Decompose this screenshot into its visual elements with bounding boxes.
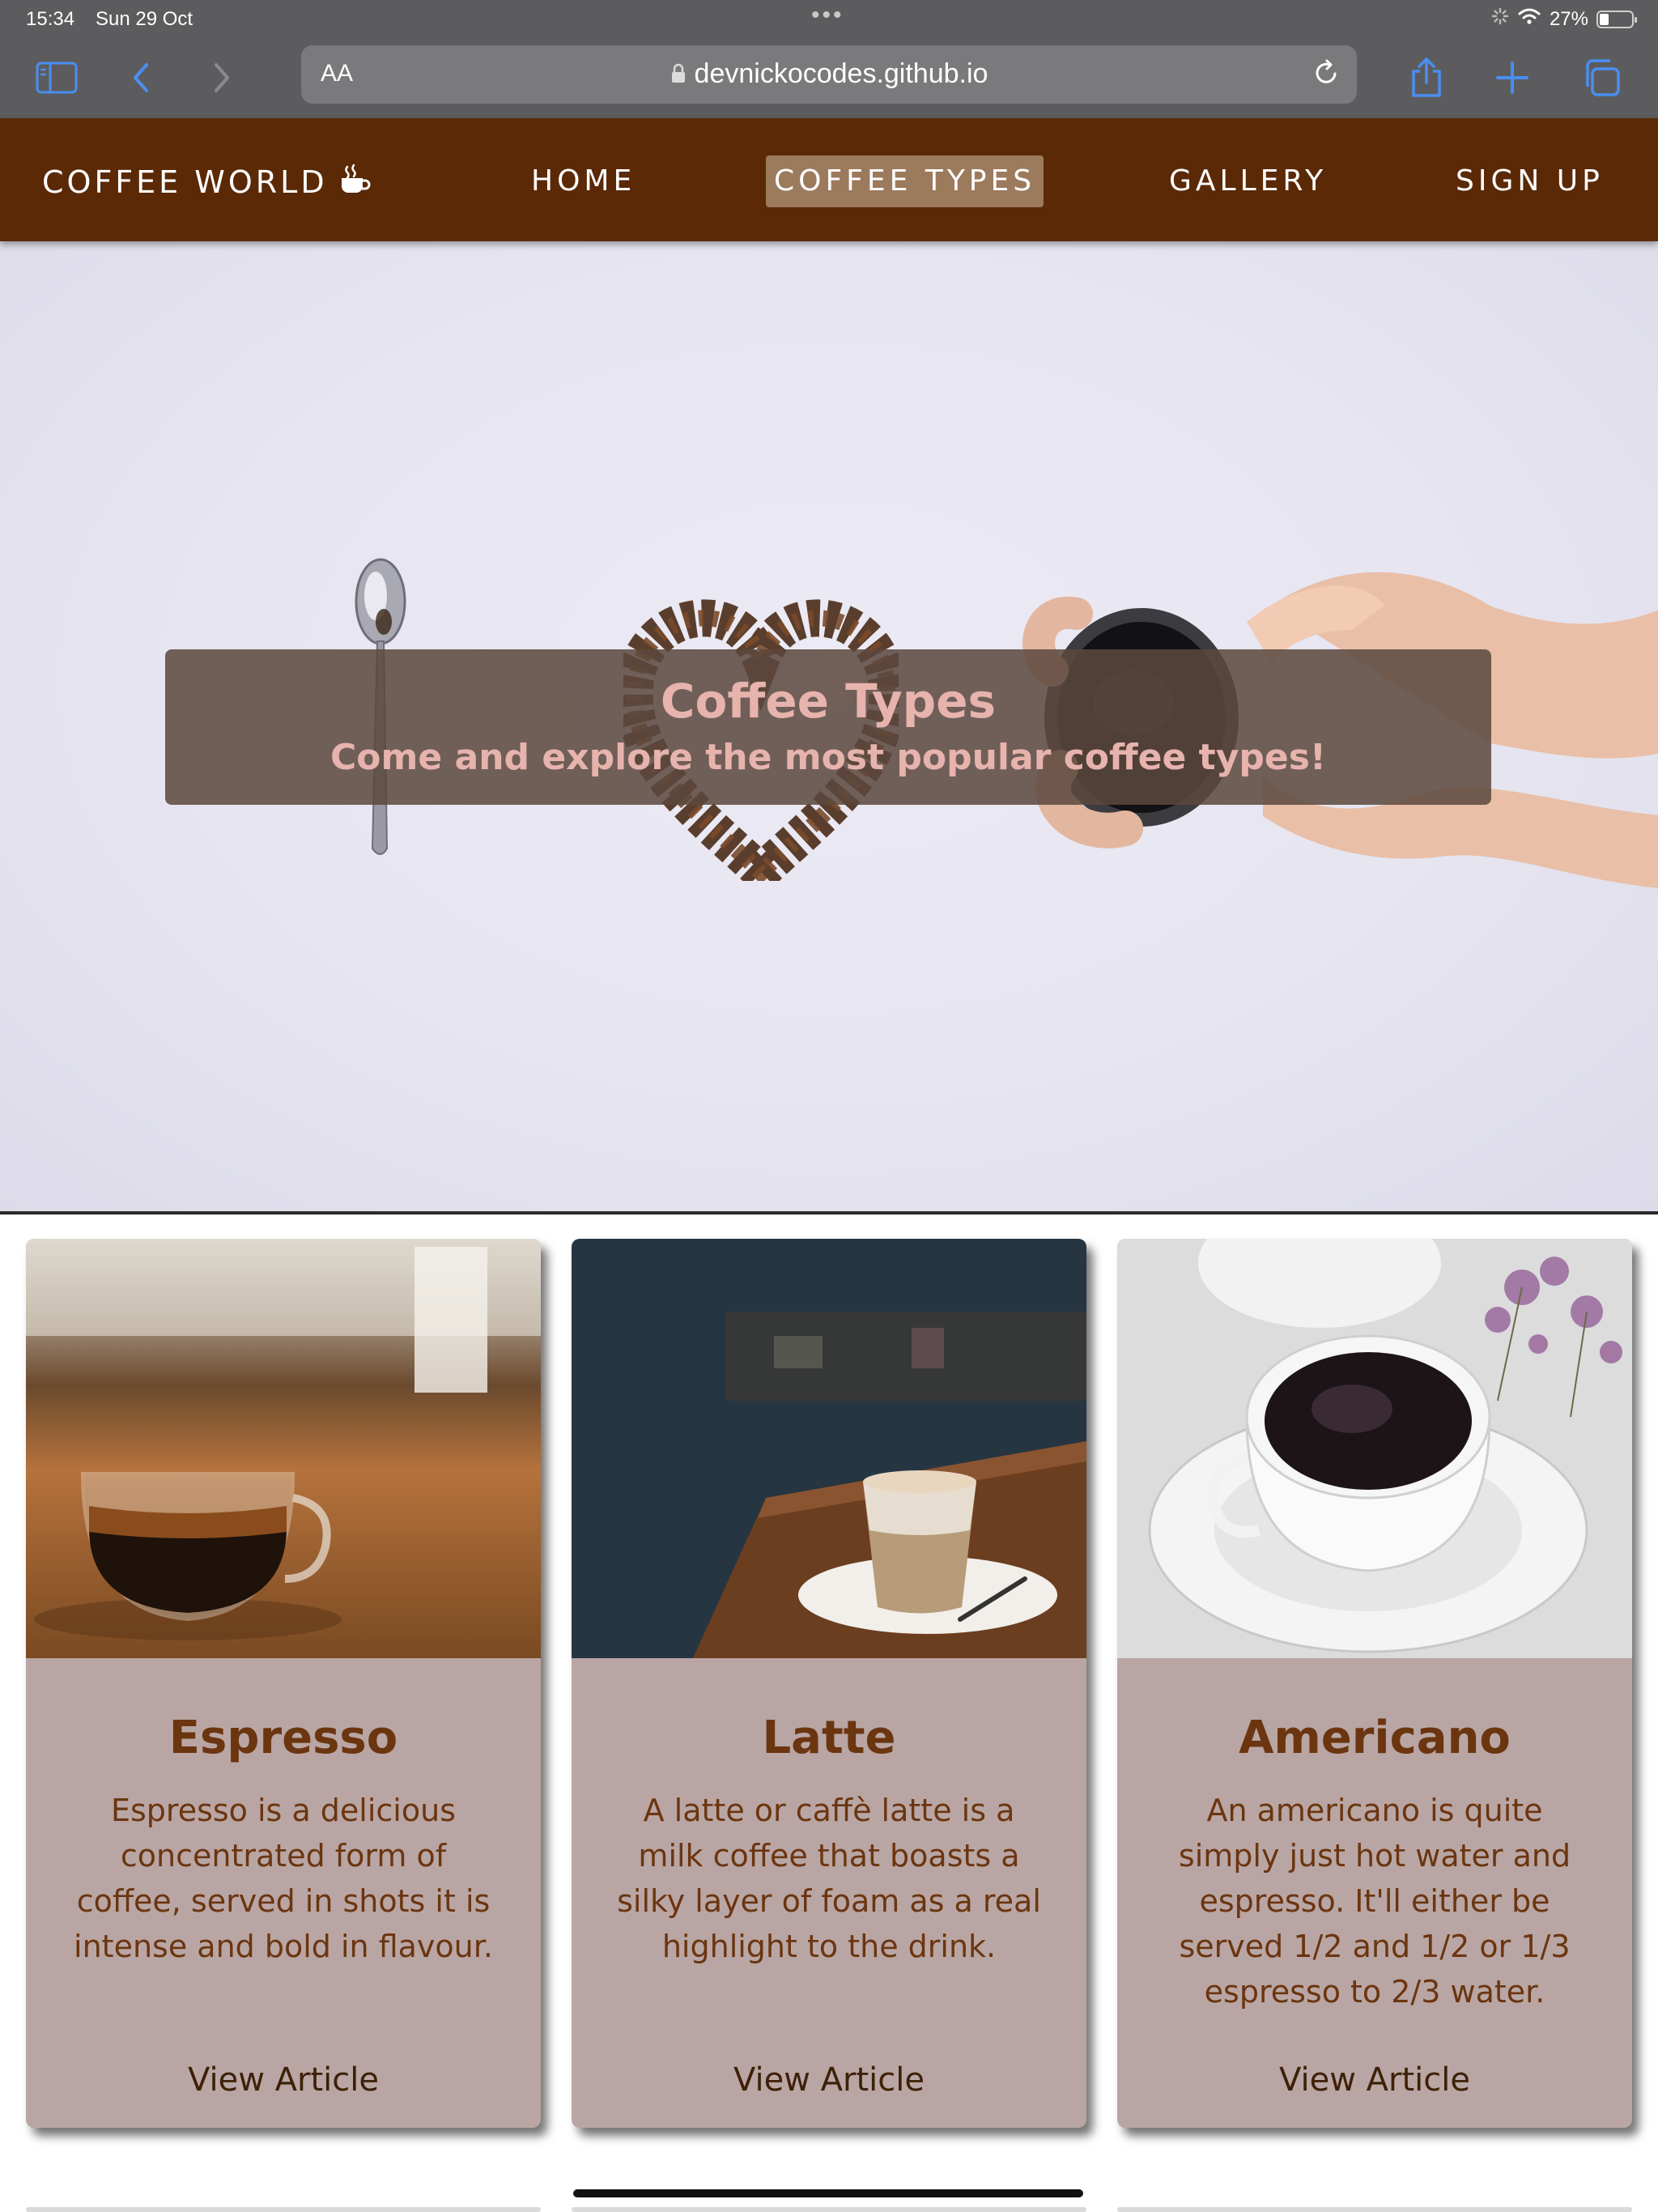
nav-link-gallery[interactable]: GALLERY <box>1161 155 1335 207</box>
card-latte: Latte A latte or caffè latte is a milk c… <box>572 1239 1086 2128</box>
new-tab-icon[interactable] <box>1488 53 1537 102</box>
status-bar: 15:34 Sun 29 Oct ••• 27% <box>0 0 1658 37</box>
status-time: 15:34 <box>26 8 75 30</box>
hero-banner: Coffee Types Come and explore the most p… <box>165 649 1491 805</box>
browser-toolbar: AA devnickocodes.github.io <box>0 37 1658 118</box>
tabs-icon[interactable] <box>1577 53 1626 102</box>
home-indicator[interactable] <box>573 2189 1083 2197</box>
url-text: devnickocodes.github.io <box>694 58 988 89</box>
site-navbar: COFFEE WORLD HOME COFFEE TYPES GALLERY S… <box>0 118 1658 241</box>
hero-title: Coffee Types <box>660 674 997 729</box>
view-article-link[interactable]: View Article <box>1117 2061 1632 2099</box>
next-card-edge <box>572 2207 1086 2212</box>
battery-icon <box>1596 10 1637 28</box>
wifi-icon <box>1517 7 1541 31</box>
card-title: Americano <box>1239 1712 1511 1764</box>
coffee-cup-icon <box>339 164 372 203</box>
nav-link-sign-up[interactable]: SIGN UP <box>1448 155 1612 207</box>
back-icon[interactable] <box>117 53 165 102</box>
latte-photo <box>572 1239 1086 1658</box>
activity-spinner-icon <box>1491 7 1509 31</box>
espresso-photo <box>26 1239 541 1658</box>
card-americano: Americano An americano is quite simply j… <box>1117 1239 1632 2128</box>
reload-icon[interactable] <box>1310 57 1342 93</box>
forward-icon[interactable] <box>198 53 246 102</box>
view-article-link[interactable]: View Article <box>26 2061 541 2099</box>
view-article-link[interactable]: View Article <box>572 2061 1086 2099</box>
next-card-edge <box>1117 2207 1632 2212</box>
hero-section: Coffee Types Come and explore the most p… <box>0 241 1658 1214</box>
card-title: Espresso <box>168 1712 398 1764</box>
next-card-edge <box>26 2207 541 2212</box>
brand-logo[interactable]: COFFEE WORLD <box>42 164 372 203</box>
americano-photo <box>1117 1239 1632 1658</box>
address-bar[interactable]: AA devnickocodes.github.io <box>301 45 1357 104</box>
nav-link-coffee-types[interactable]: COFFEE TYPES <box>766 155 1044 207</box>
card-description: An americano is quite simply just hot wa… <box>1178 1793 1571 2010</box>
share-icon[interactable] <box>1402 53 1451 102</box>
battery-percent: 27% <box>1549 7 1588 30</box>
multitasking-dots-icon[interactable]: ••• <box>811 2 844 29</box>
url-display[interactable]: devnickocodes.github.io <box>301 58 1357 91</box>
nav-link-home[interactable]: HOME <box>523 155 644 207</box>
hero-subtitle: Come and explore the most popular coffee… <box>330 737 1326 778</box>
status-date: Sun 29 Oct <box>96 8 193 30</box>
card-title: Latte <box>762 1712 896 1764</box>
brand-name: COFFEE WORLD <box>42 164 328 200</box>
status-indicators: 27% <box>1491 7 1637 31</box>
sidebar-icon[interactable] <box>32 53 81 102</box>
card-description: A latte or caffè latte is a milk coffee … <box>617 1793 1041 1964</box>
card-espresso: Espresso Espresso is a delicious concent… <box>26 1239 541 2128</box>
card-description: Espresso is a delicious concentrated for… <box>74 1793 493 1964</box>
lock-icon <box>670 60 687 91</box>
